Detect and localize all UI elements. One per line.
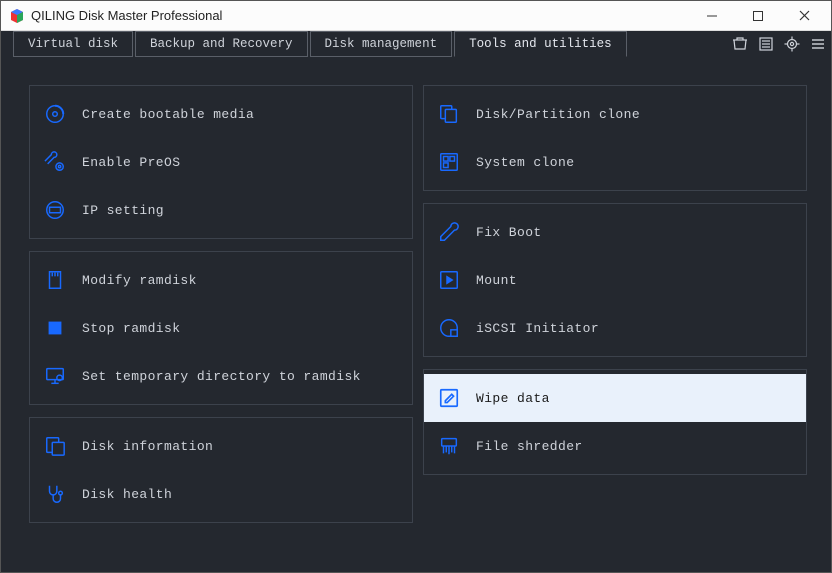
edit-icon: [436, 385, 462, 411]
item-label: Fix Boot: [476, 225, 542, 240]
system-clone-icon: [436, 149, 462, 175]
right-column: Disk/Partition clone System clone Fix Bo…: [423, 85, 807, 552]
clone-icon: [436, 101, 462, 127]
item-disk-information[interactable]: Disk information: [30, 422, 412, 470]
item-disk-partition-clone[interactable]: Disk/Partition clone: [424, 90, 806, 138]
item-label: Create bootable media: [82, 107, 254, 122]
item-label: iSCSI Initiator: [476, 321, 599, 336]
item-label: Enable PreOS: [82, 155, 180, 170]
tab-label: Tools and utilities: [469, 37, 612, 51]
item-ip-setting[interactable]: IP setting: [30, 186, 412, 234]
item-label: IP setting: [82, 203, 164, 218]
tab-disk-management[interactable]: Disk management: [310, 31, 453, 57]
tab-label: Disk management: [325, 37, 438, 51]
item-modify-ramdisk[interactable]: Modify ramdisk: [30, 256, 412, 304]
panel-clone: Disk/Partition clone System clone: [423, 85, 807, 191]
tab-virtual-disk[interactable]: Virtual disk: [13, 31, 133, 57]
minimize-button[interactable]: [689, 1, 735, 31]
panel-diskinfo: Disk information Disk health: [29, 417, 413, 523]
stop-icon: [42, 315, 68, 341]
wrench-icon: [436, 219, 462, 245]
tab-label: Backup and Recovery: [150, 37, 293, 51]
item-label: File shredder: [476, 439, 583, 454]
play-icon: [436, 267, 462, 293]
titlebar: QILING Disk Master Professional: [1, 1, 831, 31]
sdcard-icon: [42, 267, 68, 293]
item-label: Set temporary directory to ramdisk: [82, 369, 361, 384]
wrench-gear-icon: [42, 149, 68, 175]
item-label: Stop ramdisk: [82, 321, 180, 336]
item-label: Disk information: [82, 439, 213, 454]
item-label: Mount: [476, 273, 517, 288]
item-system-clone[interactable]: System clone: [424, 138, 806, 186]
item-create-bootable[interactable]: Create bootable media: [30, 90, 412, 138]
target-icon: [436, 315, 462, 341]
panel-ramdisk: Modify ramdisk Stop ramdisk Set temporar…: [29, 251, 413, 405]
tab-label: Virtual disk: [28, 37, 118, 51]
maximize-button[interactable]: [735, 1, 781, 31]
window-title: QILING Disk Master Professional: [31, 8, 689, 23]
item-label: Wipe data: [476, 391, 550, 406]
panel-boot-tools: Fix Boot Mount iSCSI Initiator: [423, 203, 807, 357]
left-column: Create bootable media Enable PreOS IP se…: [29, 85, 413, 552]
tab-tools-utilities[interactable]: Tools and utilities: [454, 31, 627, 57]
item-label: System clone: [476, 155, 574, 170]
disk-info-icon: [42, 433, 68, 459]
tabstrip: Virtual disk Backup and Recovery Disk ma…: [1, 31, 831, 57]
app-window: QILING Disk Master Professional Virtual …: [0, 0, 832, 573]
stethoscope-icon: [42, 481, 68, 507]
item-enable-preos[interactable]: Enable PreOS: [30, 138, 412, 186]
network-icon: [42, 197, 68, 223]
menu-icon[interactable]: [805, 31, 831, 57]
item-wipe-data[interactable]: Wipe data: [424, 374, 806, 422]
item-label: Disk/Partition clone: [476, 107, 640, 122]
item-iscsi-initiator[interactable]: iSCSI Initiator: [424, 304, 806, 352]
item-stop-ramdisk[interactable]: Stop ramdisk: [30, 304, 412, 352]
content-area: Create bootable media Enable PreOS IP se…: [1, 57, 831, 572]
monitor-gear-icon: [42, 363, 68, 389]
item-temp-dir-ramdisk[interactable]: Set temporary directory to ramdisk: [30, 352, 412, 400]
item-mount[interactable]: Mount: [424, 256, 806, 304]
item-label: Disk health: [82, 487, 172, 502]
panel-boot: Create bootable media Enable PreOS IP se…: [29, 85, 413, 239]
shredder-icon: [436, 433, 462, 459]
item-disk-health[interactable]: Disk health: [30, 470, 412, 518]
list-icon[interactable]: [753, 31, 779, 57]
item-fix-boot[interactable]: Fix Boot: [424, 208, 806, 256]
tab-backup-recovery[interactable]: Backup and Recovery: [135, 31, 308, 57]
item-label: Modify ramdisk: [82, 273, 197, 288]
close-button[interactable]: [781, 1, 827, 31]
panel-wipe: Wipe data File shredder: [423, 369, 807, 475]
gear-icon[interactable]: [779, 31, 805, 57]
store-icon[interactable]: [727, 31, 753, 57]
app-icon: [9, 8, 25, 24]
item-file-shredder[interactable]: File shredder: [424, 422, 806, 470]
disc-icon: [42, 101, 68, 127]
